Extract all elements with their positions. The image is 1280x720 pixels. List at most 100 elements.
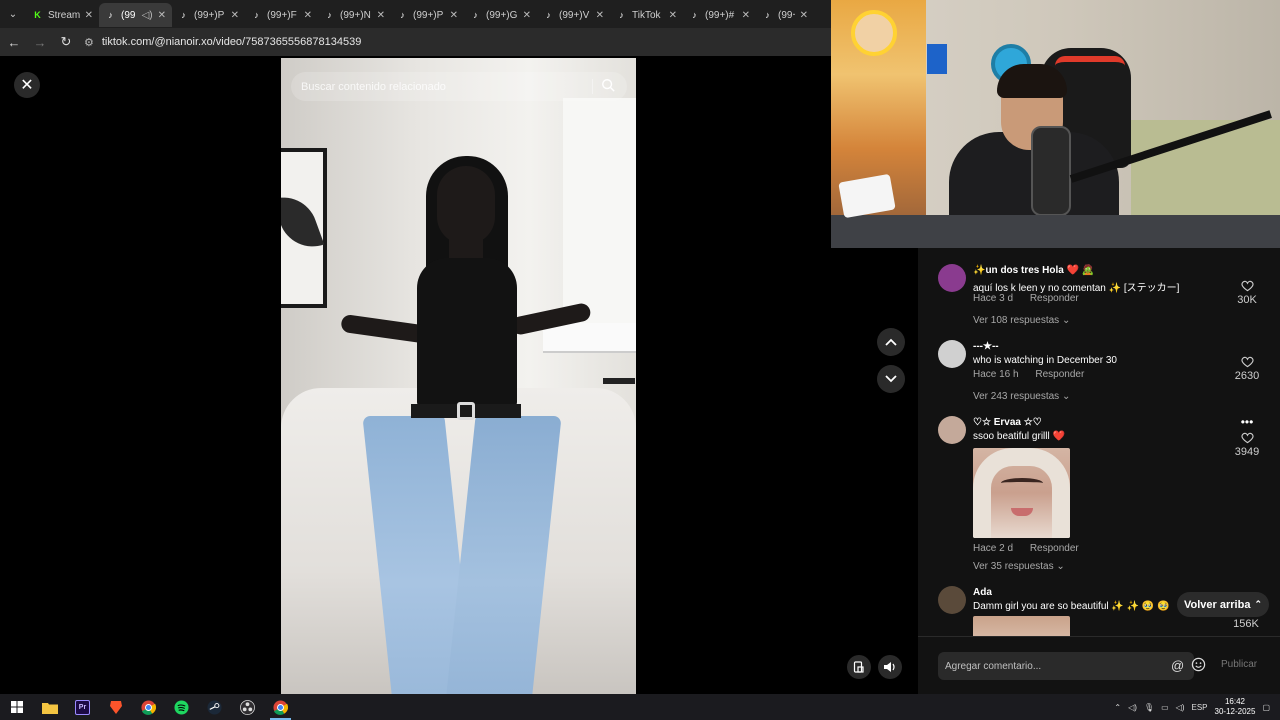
- language-indicator[interactable]: ESP: [1192, 703, 1208, 712]
- file-explorer-icon[interactable]: [33, 694, 66, 720]
- comment-image[interactable]: [973, 616, 1070, 636]
- avatar[interactable]: [938, 586, 966, 614]
- url-field[interactable]: ⚙ tiktok.com/@nianoir.xo/video/758736555…: [84, 36, 361, 49]
- more-options-icon[interactable]: •••: [1232, 416, 1262, 428]
- tiktok-icon: ♪: [400, 10, 405, 20]
- tab-close-icon[interactable]: ✕: [231, 10, 239, 21]
- browser-tab[interactable]: ♪ (99+)F ✕: [245, 3, 318, 27]
- back-icon[interactable]: ←: [2, 30, 26, 54]
- tab-close-icon[interactable]: ✕: [800, 10, 808, 21]
- tab-close-icon[interactable]: ✕: [304, 10, 312, 21]
- tab-close-icon[interactable]: ✕: [596, 10, 604, 21]
- browser-tab[interactable]: ♪ (99+)P ✕: [172, 3, 245, 27]
- avatar[interactable]: [938, 340, 966, 368]
- video-player[interactable]: [281, 58, 636, 694]
- close-video-button[interactable]: ✕: [14, 72, 40, 98]
- comment-username[interactable]: Ada: [973, 587, 992, 598]
- network-icon[interactable]: ▭: [1161, 703, 1169, 712]
- comment-image[interactable]: [973, 448, 1070, 538]
- tab-close-icon[interactable]: ✕: [523, 10, 531, 21]
- obs-icon[interactable]: [231, 694, 264, 720]
- tray-chevron-up-icon[interactable]: ⌃: [1114, 703, 1121, 712]
- site-info-icon[interactable]: ⚙: [84, 36, 94, 49]
- tab-title: (99+)#: [705, 9, 735, 21]
- windows-start-icon[interactable]: [0, 694, 33, 720]
- comment-input-placeholder: Agregar comentario...: [945, 660, 1042, 672]
- browser-tab[interactable]: ♪ (99+)V ✕: [537, 3, 610, 27]
- reply-button[interactable]: Responder: [1030, 543, 1079, 554]
- chrome-icon[interactable]: [132, 694, 165, 720]
- tab-title: (99+)V: [559, 9, 590, 21]
- avatar[interactable]: [938, 416, 966, 444]
- url-text: tiktok.com/@nianoir.xo/video/75873655568…: [101, 36, 362, 48]
- tab-close-icon[interactable]: ✕: [742, 10, 750, 21]
- related-search-input[interactable]: Buscar contenido relacionado: [291, 72, 627, 101]
- speaker-icon[interactable]: ◁): [1128, 703, 1137, 712]
- spotify-icon[interactable]: [165, 694, 198, 720]
- tab-close-icon[interactable]: ✕: [669, 10, 677, 21]
- tiktok-icon: ♪: [181, 10, 186, 20]
- clock[interactable]: 16:42 30-12-2025: [1215, 697, 1256, 717]
- tab-audio-icon[interactable]: ◁): [142, 10, 153, 21]
- search-placeholder: Buscar contenido relacionado: [301, 80, 446, 93]
- chevron-down-icon: ⌄: [1061, 391, 1071, 402]
- tab-close-icon[interactable]: ✕: [377, 10, 385, 21]
- tab-title: (99: [121, 9, 136, 21]
- browser-tab-stream[interactable]: K Stream ✕: [26, 3, 99, 27]
- tab-title: (99+)N: [340, 9, 371, 21]
- like-button[interactable]: 30K: [1232, 280, 1262, 306]
- picture-in-picture-button[interactable]: [847, 655, 871, 679]
- search-icon[interactable]: [601, 78, 615, 92]
- webcam-desk: [831, 215, 1280, 248]
- chevron-down-icon: ⌄: [1061, 315, 1071, 326]
- previous-video-button[interactable]: [877, 328, 905, 356]
- notifications-icon[interactable]: ▢: [1262, 703, 1270, 712]
- browser-tab[interactable]: ♪ (99+)# ✕: [683, 3, 756, 27]
- tab-title: (99+)P: [194, 9, 225, 21]
- comment-username[interactable]: ---★--: [973, 341, 999, 352]
- avatar[interactable]: [938, 264, 966, 292]
- publish-button[interactable]: Publicar: [1221, 659, 1257, 670]
- view-replies-button[interactable]: Ver 108 respuestas ⌄: [973, 315, 1070, 326]
- tab-close-icon[interactable]: ✕: [450, 10, 458, 21]
- reply-button[interactable]: Responder: [1035, 369, 1084, 380]
- tab-close-icon[interactable]: ✕: [158, 10, 166, 21]
- comment-username[interactable]: ✨un dos tres Hola ❤️ 🧟: [973, 265, 1094, 276]
- back-to-top-button[interactable]: Volver arriba ⌃: [1177, 592, 1269, 617]
- comment-time: Hace 16 h: [973, 369, 1019, 380]
- microphone-icon[interactable]: 🎙: [1144, 703, 1154, 712]
- browser-tab[interactable]: ♪ TikTok ✕: [610, 3, 683, 27]
- like-button[interactable]: 2630: [1232, 356, 1262, 382]
- view-replies-button[interactable]: Ver 243 respuestas ⌄: [973, 391, 1070, 402]
- view-replies-button[interactable]: Ver 35 respuestas ⌄: [973, 561, 1065, 572]
- floating-player-icon: [853, 661, 864, 673]
- browser-tab[interactable]: ♪ (99+)P ✕: [391, 3, 464, 27]
- browser-tab-active[interactable]: ♪ (99 ◁) ✕: [99, 3, 172, 27]
- next-video-button[interactable]: [877, 365, 905, 393]
- volume-button[interactable]: [878, 655, 902, 679]
- comment-username[interactable]: ♡☆ Ervaa ☆♡: [973, 417, 1042, 428]
- reload-icon[interactable]: ↻: [54, 30, 78, 54]
- heart-icon: [1240, 280, 1254, 292]
- forward-icon[interactable]: →: [28, 30, 52, 54]
- browser-tab[interactable]: ♪ (99+ ✕: [756, 3, 814, 27]
- chrome-active-icon[interactable]: [264, 694, 297, 720]
- emoji-icon[interactable]: [1191, 657, 1206, 672]
- comments-panel[interactable]: ✨un dos tres Hola ❤️ 🧟 aquí los k leen y…: [918, 248, 1280, 636]
- tiktok-icon: ♪: [254, 10, 259, 20]
- like-button[interactable]: ••• 3949: [1232, 416, 1262, 458]
- tab-close-icon[interactable]: ✕: [85, 10, 93, 21]
- premiere-pro-icon[interactable]: Pr: [66, 694, 99, 720]
- volume-tray-icon[interactable]: ◁): [1176, 703, 1185, 712]
- browser-tab[interactable]: ♪ (99+)G ✕: [464, 3, 537, 27]
- brave-browser-icon[interactable]: [99, 694, 132, 720]
- reply-button[interactable]: Responder: [1030, 293, 1079, 304]
- webcam-microphone: [1031, 126, 1071, 216]
- comment-input[interactable]: Agregar comentario...: [938, 652, 1194, 680]
- mention-icon[interactable]: @: [1171, 658, 1184, 673]
- browser-tab[interactable]: ♪ (99+)N ✕: [318, 3, 391, 27]
- like-button[interactable]: 156K: [1226, 616, 1266, 630]
- steam-icon[interactable]: [198, 694, 231, 720]
- search-divider: [592, 79, 593, 94]
- tab-search-chevron-icon[interactable]: ⌄: [0, 0, 26, 28]
